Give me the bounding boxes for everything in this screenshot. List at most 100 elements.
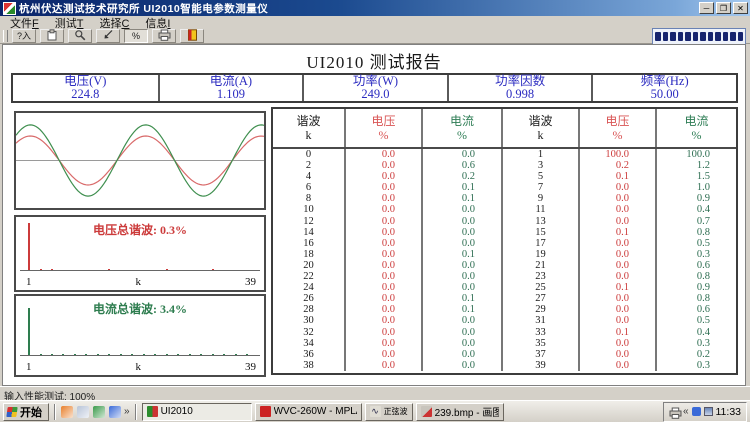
- waveform-chart: [14, 111, 266, 210]
- task-button-2[interactable]: WVC-260W - MPLAB...: [255, 403, 362, 421]
- mplab-icon: [260, 406, 271, 417]
- harmonic-cell: 0.6: [421, 160, 501, 171]
- printer-icon[interactable]: [669, 407, 680, 417]
- harmonic-cell: 3: [501, 160, 578, 171]
- harmonic-cell: 25: [501, 282, 578, 293]
- measurement-table: 电压(V)224.8电流(A)1.109功率(W)249.0功率因数0.998频…: [11, 73, 738, 103]
- close-button[interactable]: ✕: [733, 2, 748, 14]
- harmonic-cell: 35: [501, 338, 578, 349]
- print-button[interactable]: [152, 29, 176, 43]
- harmonic-cell: 0.0: [578, 293, 655, 304]
- harmonic-cell: 0.0: [344, 182, 421, 193]
- harmonic-cell: 0.6: [655, 260, 736, 271]
- harmonic-cell: 0.0: [344, 171, 421, 182]
- measurement-value: 0.998: [449, 88, 592, 101]
- menu-bar: 文件F测试T选择C信息I: [0, 16, 750, 29]
- harmonics-table-body: 00.00.01100.0100.020.00.630.21.240.00.25…: [273, 149, 736, 371]
- led-segment: [693, 32, 699, 41]
- harmonic-cell: 0.0: [344, 271, 421, 282]
- task-button-3[interactable]: ∿正弦波形表生成器...: [365, 403, 413, 421]
- msn-messenger-icon[interactable]: [61, 406, 73, 418]
- measurement-cell: 功率因数0.998: [447, 75, 592, 101]
- harmonic-cell: 0.0: [344, 360, 421, 371]
- harmonic-cell: 0.0: [578, 238, 655, 249]
- led-segment: [708, 32, 714, 41]
- task-button-4[interactable]: 239.bmp - 画图: [416, 403, 504, 421]
- harmonic-cell: 29: [501, 304, 578, 315]
- tray-clock: 11:33: [716, 406, 742, 418]
- harmonic-cell: 0.0: [344, 338, 421, 349]
- input-test-button[interactable]: ?入: [12, 29, 36, 43]
- harmonic-cell: 0.0: [421, 360, 501, 371]
- taskbar-separator: [54, 404, 56, 420]
- current-thd-label: 电流总谐波: 3.4%: [16, 300, 264, 317]
- exit-button[interactable]: [180, 29, 204, 43]
- led-segment: [663, 32, 669, 41]
- printer-icon: [158, 29, 171, 44]
- clipboard-icon: [46, 29, 58, 44]
- ui2010-app-icon: [147, 406, 158, 417]
- ie-icon[interactable]: [109, 406, 121, 418]
- current-harmonics-chart: 电流总谐波: 3.4% 1 k 39: [14, 294, 266, 377]
- harmonic-cell: 0.0: [344, 238, 421, 249]
- led-segment: [670, 32, 676, 41]
- led-segment: [730, 32, 736, 41]
- led-segment: [655, 32, 661, 41]
- search-button[interactable]: [68, 29, 92, 43]
- measurement-cell: 频率(Hz)50.00: [591, 75, 736, 101]
- task-button-label: WVC-260W - MPLAB...: [274, 406, 357, 417]
- harmonics-header-cell: 电流%: [655, 109, 736, 147]
- harmonic-cell: 17: [501, 238, 578, 249]
- quick-launch-overflow-chevron[interactable]: »: [124, 406, 130, 417]
- task-button-1[interactable]: UI2010: [142, 403, 252, 421]
- toolbar-grip[interactable]: [3, 30, 8, 42]
- harmonic-cell: 0.0: [344, 149, 421, 160]
- harmonic-cell: 0.6: [655, 304, 736, 315]
- media-player-icon[interactable]: [93, 406, 105, 418]
- harmonic-cell: 0.0: [344, 349, 421, 360]
- harmonic-cell: 0.0: [344, 216, 421, 227]
- tray-chevron-icon[interactable]: «: [683, 406, 689, 417]
- application-window: 杭州伏达测试技术研究所 UI2010智能电参数测量仪 ─ ❐ ✕ 文件F测试T选…: [0, 0, 750, 422]
- harmonic-cell: 0.0: [421, 227, 501, 238]
- harmonic-cell: 0.0: [344, 282, 421, 293]
- harmonics-header-cell: 电流%: [421, 109, 501, 147]
- start-button[interactable]: 开始: [3, 403, 49, 421]
- current-x-axis: [20, 355, 260, 356]
- harmonic-cell: 23: [501, 271, 578, 282]
- report-title: UI2010 测试报告: [3, 48, 745, 73]
- task-button-label: UI2010: [161, 406, 193, 417]
- harmonic-cell: 2: [273, 160, 344, 171]
- harmonic-row: 40.00.250.11.5: [273, 171, 736, 182]
- harmonic-cell: 0.0: [344, 249, 421, 260]
- harmonic-cell: 16: [273, 238, 344, 249]
- harmonic-row: 80.00.190.00.9: [273, 193, 736, 204]
- measurement-cell: 功率(W)249.0: [302, 75, 447, 101]
- harmonic-cell: 9: [501, 193, 578, 204]
- show-desktop-icon[interactable]: [77, 406, 89, 418]
- led-segment: [700, 32, 706, 41]
- harmonic-cell: 0.0: [344, 227, 421, 238]
- waveform-svg: [16, 113, 264, 208]
- restore-button[interactable]: ❐: [716, 2, 731, 14]
- harmonic-cell: 0.0: [344, 204, 421, 215]
- harmonic-cell: 0.1: [578, 327, 655, 338]
- minimize-button[interactable]: ─: [699, 2, 714, 14]
- harmonic-cell: 100.0: [655, 149, 736, 160]
- harmonic-cell: 0.0: [421, 338, 501, 349]
- measurement-cell: 电压(V)224.8: [13, 75, 158, 101]
- percent-button[interactable]: %: [124, 29, 148, 43]
- harmonic-cell: 0.0: [421, 315, 501, 326]
- clipboard-button[interactable]: [40, 29, 64, 43]
- voltage-thd-label: 电压总谐波: 0.3%: [16, 221, 264, 238]
- harmonic-cell: 15: [501, 227, 578, 238]
- network-icon[interactable]: [704, 407, 713, 416]
- quick-launch-bar: [61, 406, 121, 418]
- harmonic-cell: 0.0: [344, 293, 421, 304]
- update-icon[interactable]: [692, 407, 701, 416]
- probe-arrow-button[interactable]: [96, 29, 120, 43]
- sine-generator-icon: ∿: [370, 406, 381, 417]
- harmonic-cell: 0.2: [655, 349, 736, 360]
- windows-logo-icon: [6, 407, 17, 417]
- harmonic-cell: 0.0: [578, 271, 655, 282]
